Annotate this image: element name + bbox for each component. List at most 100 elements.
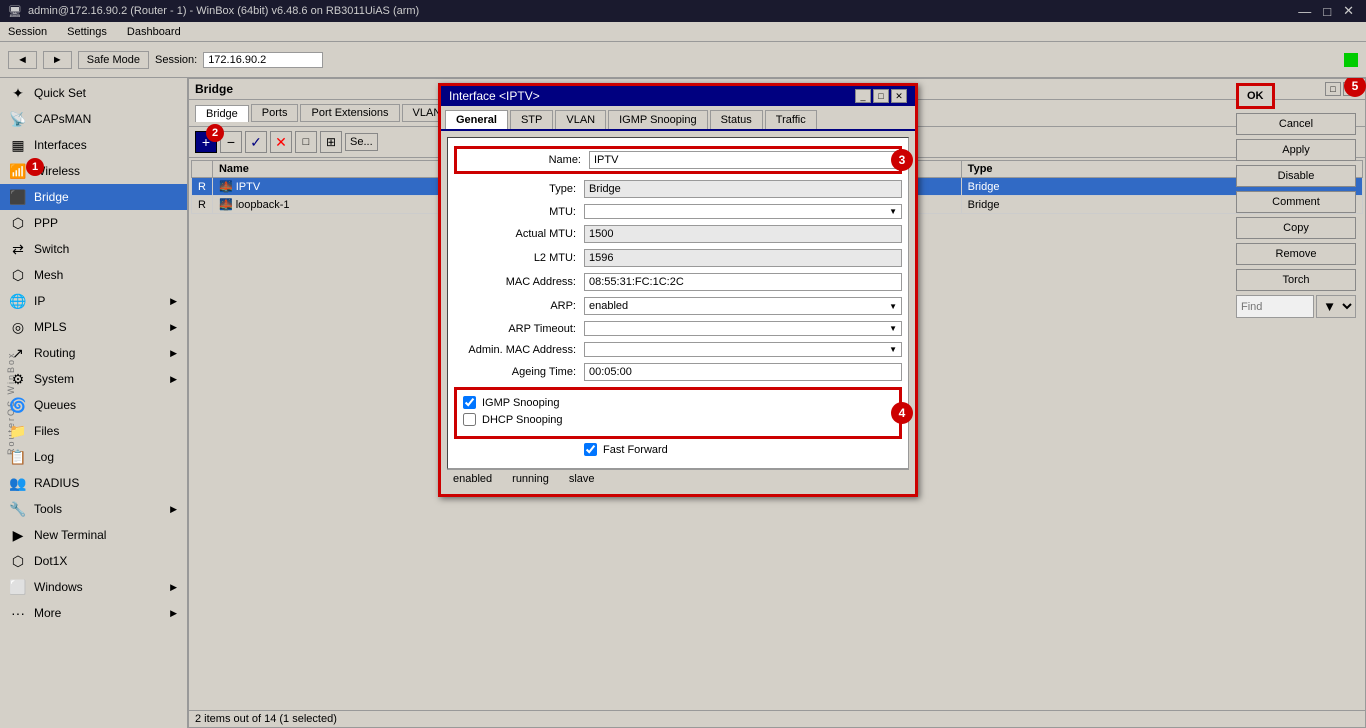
sidebar-item-interfaces[interactable]: ▦ Interfaces [0,132,187,158]
queues-icon: 🌀 [10,397,26,413]
sidebar-label-tools: Tools [34,502,62,516]
enable-bridge-button[interactable]: ✓ [245,131,267,153]
session-label: Session: [155,54,197,66]
tab-stp[interactable]: STP [510,110,553,129]
admin-mac-arrow: ▼ [889,345,897,354]
apply-button[interactable]: Apply [1236,139,1356,161]
sidebar-item-ip[interactable]: 🌐 IP ▶ [0,288,187,314]
tab-general[interactable]: General [445,110,508,129]
mpls-arrow-icon: ▶ [170,322,177,333]
torch-button[interactable]: Torch [1236,269,1356,291]
sidebar-item-radius[interactable]: 👥 RADIUS [0,470,187,496]
cancel-button[interactable]: Cancel [1236,113,1356,135]
sidebar-item-wireless[interactable]: 📶 Wireless 1 [0,158,187,184]
log-icon: 📋 [10,449,26,465]
title-bar: 🖥 admin@172.16.90.2 (Router - 1) - WinBo… [0,0,1366,22]
admin-mac-label: Admin. MAC Address: [454,344,584,356]
tab-vlan[interactable]: VLAN [555,110,606,129]
sidebar-item-log[interactable]: 📋 Log [0,444,187,470]
sidebar-item-files[interactable]: 📁 Files [0,418,187,444]
filter-bridge-button[interactable]: ⊞ [320,131,342,153]
tab-traffic[interactable]: Traffic [765,110,817,129]
remove-button[interactable]: Remove [1236,243,1356,265]
maximize-button[interactable]: □ [1319,3,1335,19]
sidebar-item-routing[interactable]: ↗ Routing ▶ [0,340,187,366]
comment-button[interactable]: Comment [1236,191,1356,213]
safe-mode-button[interactable]: Safe Mode [78,51,149,69]
actual-mtu-label: Actual MTU: [454,228,584,240]
interfaces-icon: ▦ [10,137,26,153]
mac-input[interactable] [584,273,902,291]
minimize-button[interactable]: — [1294,3,1315,19]
title-bar-text: admin@172.16.90.2 (Router - 1) - WinBox … [28,5,419,17]
dhcp-snooping-label: DHCP Snooping [482,414,563,426]
sidebar-item-windows[interactable]: ⬜ Windows ▶ [0,574,187,600]
wireless-icon: 📶 [10,163,26,179]
dialog-minimize-button[interactable]: _ [855,89,871,103]
sidebar-label-log: Log [34,450,54,464]
sidebar-item-ppp[interactable]: ⬡ PPP [0,210,187,236]
arp-timeout-select[interactable]: ▼ [584,321,902,336]
sidebar-label-queues: Queues [34,398,76,412]
menu-dashboard[interactable]: Dashboard [123,26,185,38]
interface-dialog: Interface <IPTV> _ □ ✕ General STP VLAN … [438,83,918,497]
fast-forward-checkbox[interactable] [584,443,597,456]
menu-settings[interactable]: Settings [63,26,111,38]
back-button[interactable]: ◄ [8,51,37,69]
sidebar-item-tools[interactable]: 🔧 Tools ▶ [0,496,187,522]
type-input [584,180,902,198]
disable-button[interactable]: Disable [1236,165,1356,187]
sidebar-item-queues[interactable]: 🌀 Queues [0,392,187,418]
ok-button[interactable]: OK [1236,83,1275,109]
bridge-tab-ports[interactable]: Ports [251,104,299,122]
dhcp-snooping-checkbox[interactable] [463,413,476,426]
sidebar: RouterOS WinBox ✦ Quick Set 📡 CAPsMAN ▦ … [0,78,188,728]
arp-select[interactable]: enabled ▼ [584,297,902,315]
menu-bar: Session Settings Dashboard [0,22,1366,42]
mtu-dropdown-arrow: ▼ [889,207,897,216]
dialog-maximize-button[interactable]: □ [873,89,889,103]
forward-button[interactable]: ► [43,51,72,69]
mtu-select[interactable]: ▼ [584,204,902,219]
dialog-close-button[interactable]: ✕ [891,89,907,103]
sidebar-item-switch[interactable]: ⇄ Switch [0,236,187,262]
mtu-row: MTU: ▼ [454,204,902,219]
bridge-tab-port-extensions[interactable]: Port Extensions [300,104,399,122]
sidebar-item-capsman[interactable]: 📡 CAPsMAN [0,106,187,132]
status-slave: slave [569,473,595,485]
disable-bridge-button[interactable]: ✕ [270,131,292,153]
find-input[interactable] [1236,295,1314,318]
sidebar-item-bridge[interactable]: ⬛ Bridge [0,184,187,210]
sidebar-item-system[interactable]: ⚙ System ▶ [0,366,187,392]
new-terminal-icon: ▶ [10,527,26,543]
col-flag[interactable] [192,161,213,178]
ageing-input[interactable] [584,363,902,381]
switch-icon: ⇄ [10,241,26,257]
more-icon: ··· [10,605,26,621]
session-input[interactable] [203,52,323,68]
sidebar-item-quick-set[interactable]: ✦ Quick Set [0,80,187,106]
tab-status[interactable]: Status [710,110,763,129]
sidebar-item-new-terminal[interactable]: ▶ New Terminal [0,522,187,548]
close-button[interactable]: ✕ [1339,3,1358,19]
add-bridge-button[interactable]: + 2 [195,131,217,153]
content-area: Bridge □ ✕ Bridge Ports Port Extensions … [188,78,1366,728]
copy-bridge-button[interactable]: □ [295,131,317,153]
name-input[interactable] [589,151,897,169]
admin-mac-select[interactable]: ▼ [584,342,902,357]
sidebar-item-more[interactable]: ··· More ▶ [0,600,187,626]
actual-mtu-input [584,225,902,243]
badge-1: 1 [26,158,44,176]
menu-session[interactable]: Session [4,26,51,38]
sidebar-label-system: System [34,372,74,386]
sidebar-item-mesh[interactable]: ⬡ Mesh [0,262,187,288]
sidebar-item-mpls[interactable]: ◎ MPLS ▶ [0,314,187,340]
tab-igmp-snooping[interactable]: IGMP Snooping [608,110,707,129]
copy-button[interactable]: Copy [1236,217,1356,239]
settings-bridge-button[interactable]: Se... [345,133,378,151]
sidebar-item-dot1x[interactable]: ⬡ Dot1X [0,548,187,574]
find-dropdown[interactable]: ▼ [1316,295,1356,318]
igmp-snooping-checkbox[interactable] [463,396,476,409]
right-panel: OK 5 Cancel Apply Disable Comment Copy R… [1236,83,1356,318]
bridge-tab-bridge[interactable]: Bridge [195,105,249,122]
